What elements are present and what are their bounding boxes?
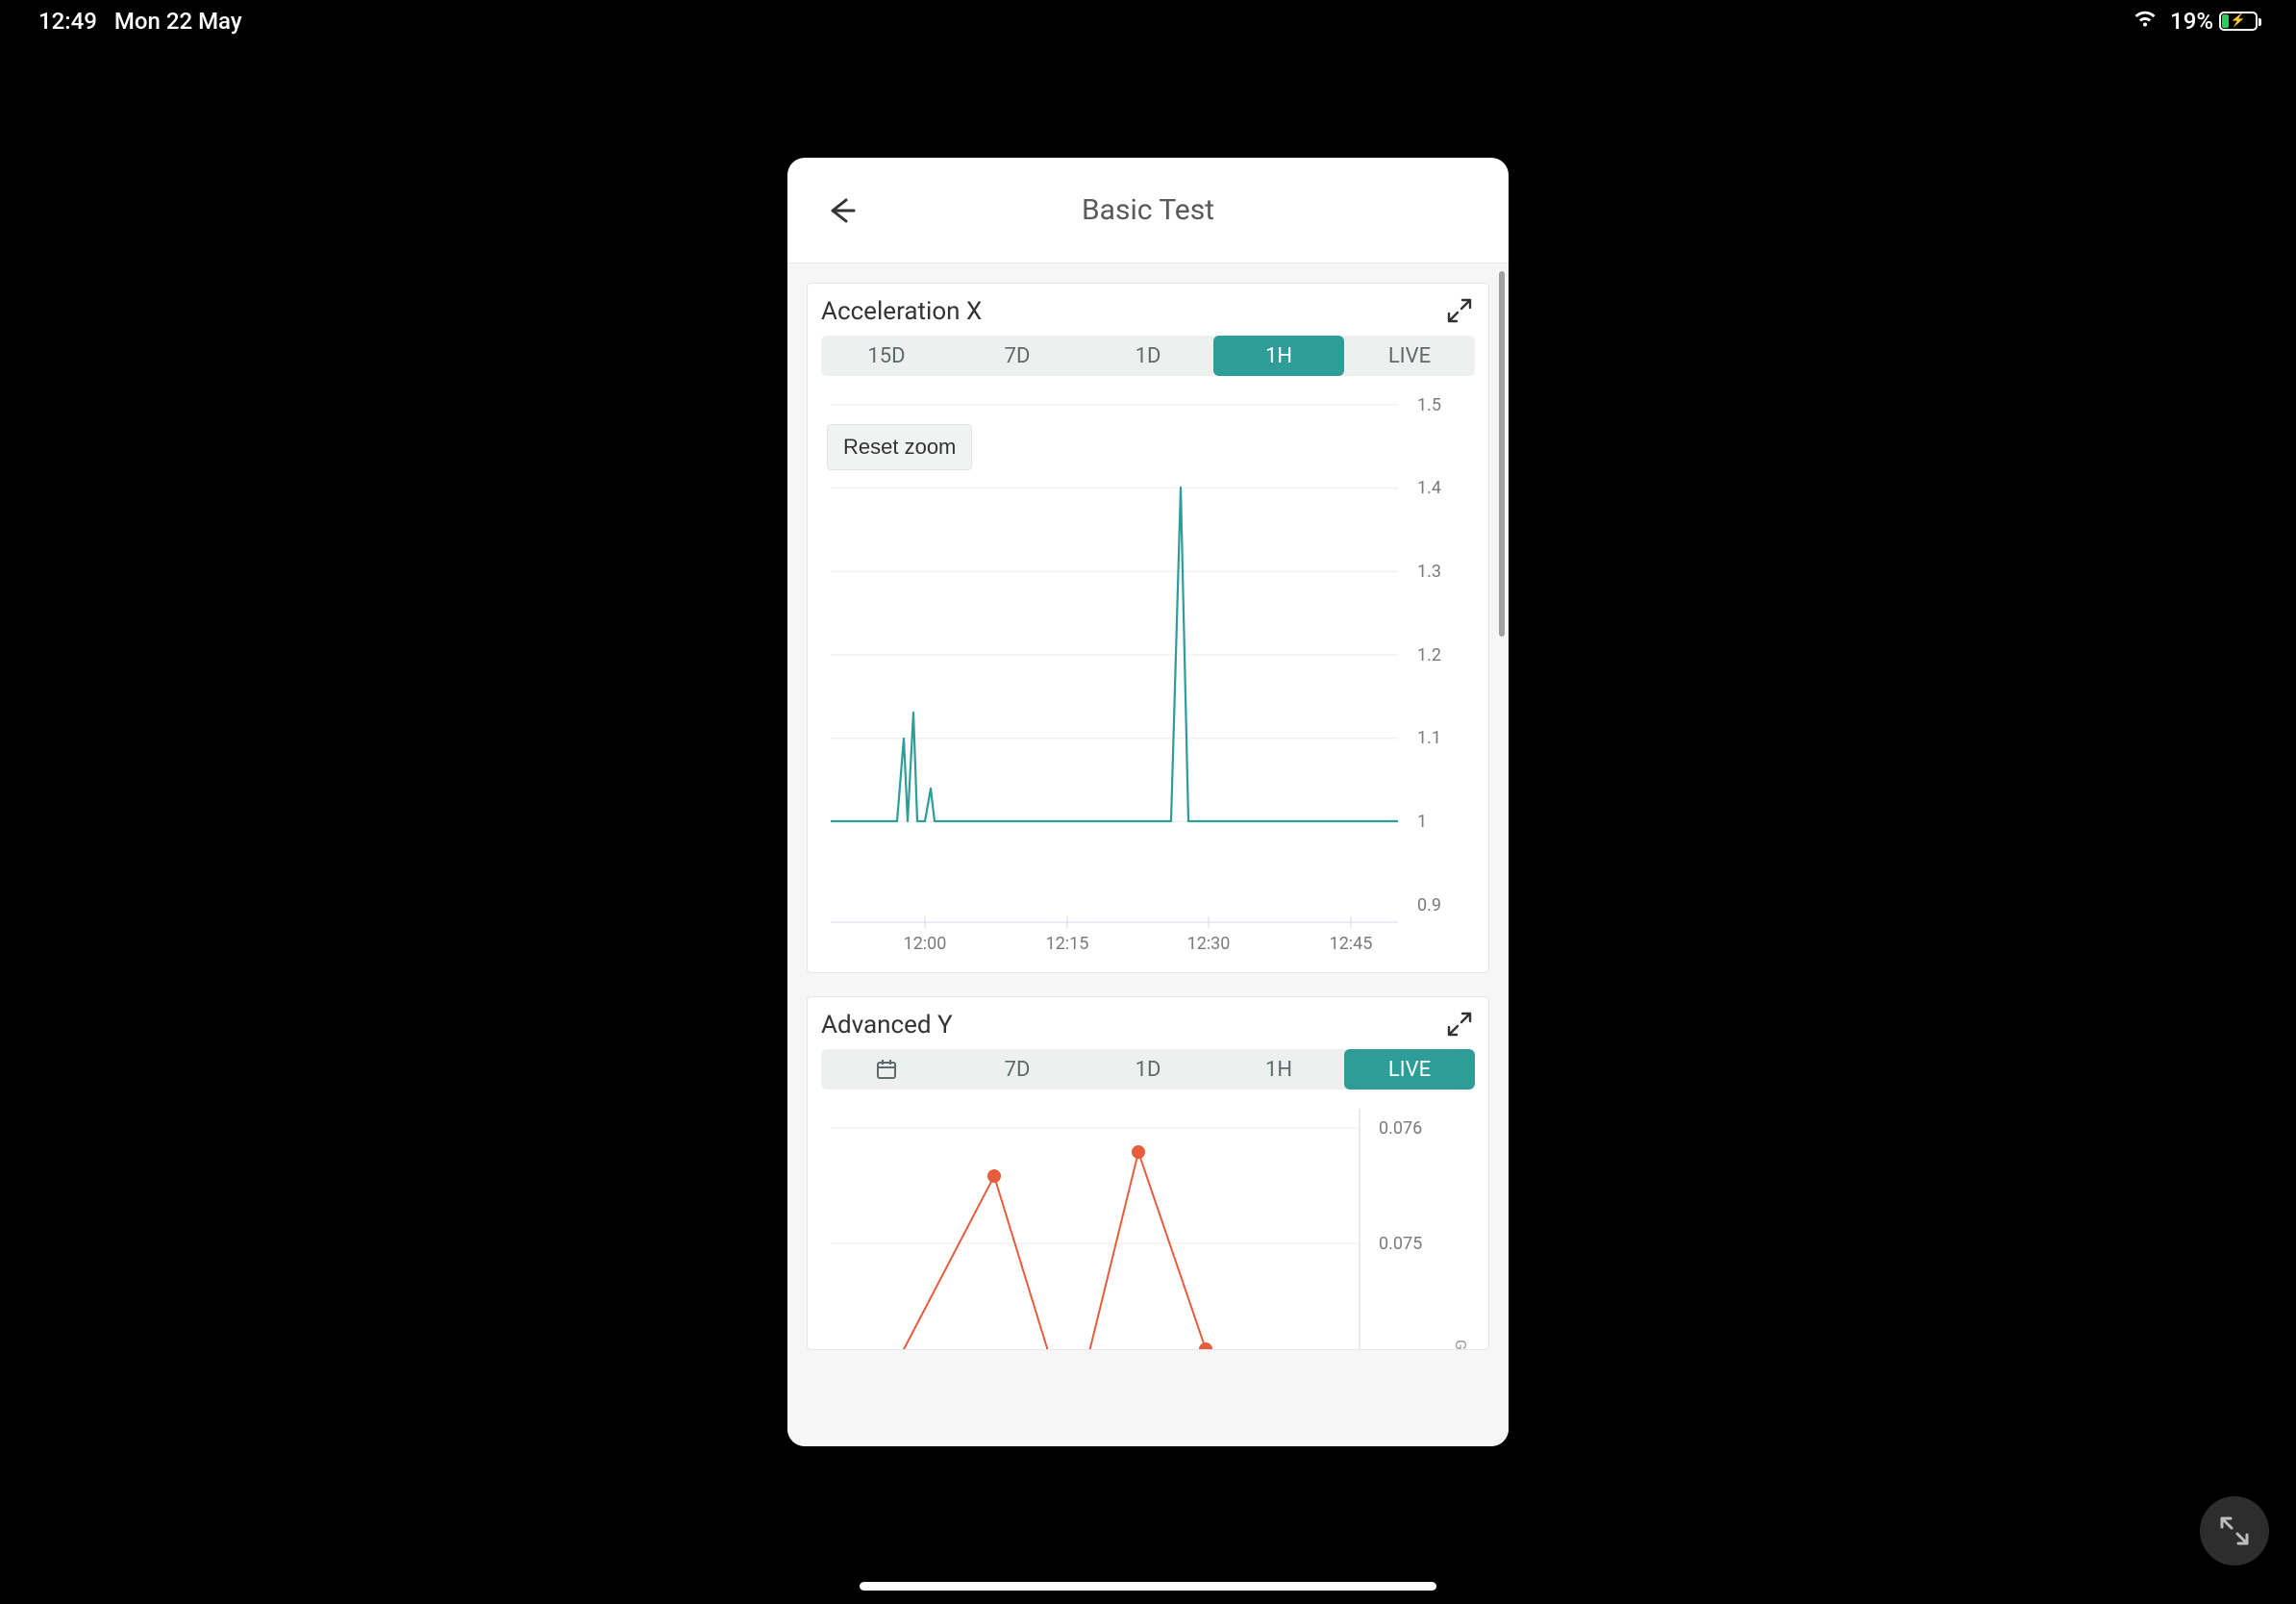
svg-text:1.3: 1.3: [1417, 562, 1441, 582]
svg-text:G-F: G-F: [1452, 1340, 1470, 1349]
page-title: Basic Test: [1082, 193, 1214, 227]
svg-text:1.2: 1.2: [1417, 645, 1441, 665]
chart-plot-area[interactable]: 0.076 0.075 G-F: [821, 1099, 1475, 1349]
status-bar: 12:49 Mon 22 May 19% ⚡: [0, 0, 2296, 42]
home-indicator: [860, 1582, 1436, 1591]
segment-15d[interactable]: 15D: [821, 336, 952, 376]
chart-svg: 1.5 1.4 1.3 1.2 1.1 1 0.9 12:00 12:15 12…: [821, 386, 1475, 963]
svg-text:12:30: 12:30: [1187, 934, 1231, 954]
segment-1h[interactable]: 1H: [1213, 1049, 1344, 1090]
svg-text:1.4: 1.4: [1417, 478, 1441, 498]
battery-percent: 19%: [2170, 8, 2213, 35]
expand-icon[interactable]: [1446, 1011, 1473, 1038]
svg-text:0.9: 0.9: [1417, 895, 1441, 915]
fullscreen-toggle-button[interactable]: [2200, 1496, 2269, 1566]
time-range-segmented-control: 15D 7D 1D 1H LIVE: [821, 336, 1475, 376]
chart-title: Acceleration X: [821, 297, 1475, 326]
svg-text:12:00: 12:00: [904, 934, 947, 954]
chart-title: Advanced Y: [821, 1011, 1475, 1040]
segment-1d[interactable]: 1D: [1083, 1049, 1213, 1090]
chart-plot-area[interactable]: Reset zoom 1.5 1.4 1.3 1.2 1.1: [821, 386, 1475, 963]
scroll-area[interactable]: Acceleration X 15D 7D 1D 1H LIVE Reset z…: [787, 263, 1509, 1446]
chart2-point: [1199, 1342, 1212, 1349]
segment-live[interactable]: LIVE: [1344, 1049, 1475, 1090]
time-range-segmented-control: 7D 1D 1H LIVE: [821, 1049, 1475, 1090]
segment-7d[interactable]: 7D: [952, 336, 1083, 376]
svg-text:1.5: 1.5: [1417, 395, 1441, 415]
segment-1h[interactable]: 1H: [1213, 336, 1344, 376]
svg-text:12:15: 12:15: [1046, 934, 1089, 954]
scrollbar[interactable]: [1499, 271, 1505, 637]
segment-calendar[interactable]: [821, 1049, 952, 1090]
chart2-series-line: [879, 1152, 1206, 1349]
svg-text:0.075: 0.075: [1379, 1234, 1422, 1254]
chart2-point: [1132, 1145, 1145, 1159]
svg-text:1: 1: [1417, 812, 1427, 832]
back-button[interactable]: [820, 189, 862, 232]
wifi-icon: [2132, 8, 2159, 35]
chart2-point: [987, 1169, 1001, 1183]
svg-text:12:45: 12:45: [1330, 934, 1373, 954]
chart-card-acceleration-x: Acceleration X 15D 7D 1D 1H LIVE Reset z…: [807, 283, 1489, 973]
svg-text:1.1: 1.1: [1417, 728, 1441, 748]
app-window: Basic Test Acceleration X 15D 7D 1D 1H L…: [787, 158, 1509, 1446]
battery-icon: ⚡: [2219, 12, 2258, 31]
chart-card-advanced-y: Advanced Y 7D 1D 1H LIVE: [807, 996, 1489, 1350]
app-header: Basic Test: [787, 158, 1509, 263]
segment-live[interactable]: LIVE: [1344, 336, 1475, 376]
chart-svg: 0.076 0.075 G-F: [821, 1099, 1475, 1349]
segment-7d[interactable]: 7D: [952, 1049, 1083, 1090]
status-date: Mon 22 May: [114, 8, 242, 35]
status-time: 12:49: [38, 8, 97, 35]
expand-icon[interactable]: [1446, 297, 1473, 324]
segment-1d[interactable]: 1D: [1083, 336, 1213, 376]
svg-text:0.076: 0.076: [1379, 1118, 1422, 1139]
reset-zoom-button[interactable]: Reset zoom: [827, 424, 972, 470]
